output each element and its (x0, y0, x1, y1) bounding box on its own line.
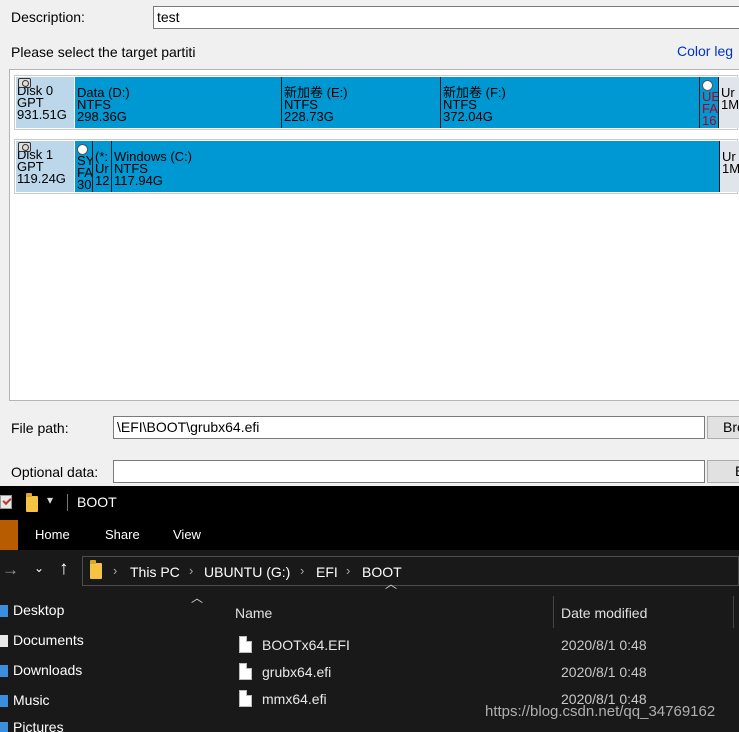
partition-system[interactable]: SY FA 30 (75, 141, 93, 192)
partition-unallocated[interactable]: Ur 1M (720, 141, 739, 192)
partition-size: 228.73G (284, 109, 334, 124)
file-path-label: File path: (11, 420, 69, 436)
partition-size: 298.36G (77, 109, 127, 124)
watermark-text: https://blog.csdn.net/qq_34769162 (485, 703, 716, 720)
nav-label: Pictures (13, 719, 64, 732)
disk-size: 931.51G (17, 107, 67, 122)
ribbon-tabs: Home Share View (0, 520, 739, 550)
partition-data-d[interactable]: Data (D:) NTFS 298.36G (75, 77, 282, 128)
folder-icon (90, 560, 102, 579)
file-date: 2020/8/1 0:48 (561, 637, 647, 653)
disk-partition-panel: Disk 0 GPT 931.51G Data (D:) NTFS 298.36… (9, 69, 739, 401)
pictures-icon (0, 722, 8, 732)
disk-icon (18, 142, 31, 152)
browse-button[interactable]: Bro (707, 416, 739, 439)
partition-size: 12 (95, 173, 110, 188)
file-date: 2020/8/1 0:48 (561, 664, 647, 680)
partition-e[interactable]: 新加卷 (E:) NTFS 228.73G (282, 77, 441, 128)
partition-label: 新加卷 (F:) (443, 85, 506, 100)
file-row[interactable]: BOOTx64.EFI 2020/8/1 0:48 (211, 632, 739, 659)
address-bar[interactable]: › This PC › UBUNTU (G:) › EFI › BOOT (82, 556, 739, 586)
disk-info-0: Disk 0 GPT 931.51G (16, 77, 74, 128)
nav-item-documents[interactable]: Documents (0, 629, 200, 653)
file-name: grubx64.efi (262, 664, 332, 680)
chevron-right-icon[interactable]: › (189, 563, 193, 578)
breadcrumb-ubuntu[interactable]: UBUNTU (G:) (204, 564, 290, 580)
file-path-input[interactable]: \EFI\BOOT\grubx64.efi (113, 416, 705, 439)
color-legend-link[interactable]: Color leg (677, 43, 733, 59)
tab-share[interactable]: Share (105, 527, 140, 542)
partition-size: 16 (702, 113, 717, 128)
disk-size: 119.24G (17, 171, 66, 186)
partition-fs: NTFS (114, 161, 148, 176)
file-explorer-window: ▾ BOOT Home Share View → ⌄ ↑ › This PC ›… (0, 486, 739, 732)
recent-locations-chevron-icon[interactable]: ⌄ (34, 561, 44, 575)
breadcrumb-this-pc[interactable]: This PC (130, 564, 180, 580)
file-name: BOOTx64.EFI (262, 637, 350, 653)
partition-size: 1M (722, 161, 739, 176)
description-input[interactable]: test (153, 6, 739, 29)
nav-label: Downloads (13, 662, 83, 678)
partition-unallocated[interactable]: Ur 1M (719, 77, 739, 128)
nav-item-desktop[interactable]: Desktop (0, 599, 200, 623)
optional-data-input[interactable] (113, 460, 705, 483)
tab-view[interactable]: View (173, 527, 201, 542)
nav-label: Documents (13, 632, 84, 648)
navigation-pane: ︿ Desktop Documents Downloads Music Pict… (0, 591, 211, 732)
partition-size: 30 (77, 177, 92, 192)
nav-item-pictures[interactable]: Pictures (0, 716, 200, 732)
column-divider[interactable] (733, 596, 734, 628)
documents-icon (0, 635, 8, 647)
desktop-icon (0, 605, 8, 617)
window-title: BOOT (77, 494, 117, 510)
disk-info-1: Disk 1 GPT 119.24G (16, 141, 74, 192)
optional-data-label: Optional data: (11, 464, 99, 480)
tab-home[interactable]: Home (35, 527, 70, 542)
chevron-right-icon[interactable]: › (113, 563, 117, 578)
disk-row-1: Disk 1 GPT 119.24G SY FA 30 (*: Ur 12 Wi… (14, 139, 739, 194)
optional-data-button[interactable]: E (707, 460, 739, 483)
breadcrumb-efi[interactable]: EFI (316, 564, 338, 580)
description-label: Description: (11, 9, 85, 25)
disk-icon (18, 78, 31, 88)
partition-msr[interactable]: (*: Ur 12 (93, 141, 112, 192)
nav-item-music[interactable]: Music (0, 689, 200, 713)
select-partition-text: Please select the target partiti (11, 44, 196, 60)
partition-size: 117.94G (114, 173, 163, 188)
folder-icon[interactable] (26, 493, 38, 512)
disk-row-0: Disk 0 GPT 931.51G Data (D:) NTFS 298.36… (14, 75, 739, 130)
file-icon (239, 636, 252, 653)
file-name: mmx64.efi (262, 691, 327, 707)
titlebar-divider (67, 494, 68, 511)
partition-efi[interactable]: UE FA 16 (700, 77, 719, 128)
column-divider[interactable] (553, 596, 554, 628)
boot-entry-dialog: Description: test Please select the targ… (0, 0, 739, 486)
address-row: → ⌄ ↑ › This PC › UBUNTU (G:) › EFI › BO… (0, 550, 739, 590)
nav-label: Music (13, 692, 50, 708)
file-icon (239, 690, 252, 707)
properties-check-icon[interactable] (0, 495, 12, 509)
partition-windows-c[interactable]: Windows (C:) NTFS 117.94G (112, 141, 720, 192)
nav-label: Desktop (13, 602, 65, 618)
title-bar: ▾ BOOT (0, 486, 739, 520)
music-icon (0, 695, 8, 707)
partition-size: 372.04G (443, 109, 493, 124)
qat-dropdown-icon[interactable]: ▾ (47, 493, 53, 507)
chevron-right-icon[interactable]: › (300, 563, 304, 578)
partition-label: Windows (C:) (114, 149, 193, 164)
chevron-right-icon[interactable]: › (346, 563, 350, 578)
forward-arrow-icon[interactable]: → (2, 560, 19, 580)
partition-f[interactable]: 新加卷 (F:) NTFS 372.04G (441, 77, 700, 128)
sort-ascending-icon: ︿ (385, 577, 398, 591)
file-tab[interactable] (0, 520, 18, 550)
column-header-name[interactable]: Name (235, 605, 272, 621)
column-header-date[interactable]: Date modified (561, 605, 647, 621)
file-icon (239, 663, 252, 680)
partition-size: 1M (721, 97, 739, 112)
downloads-icon (0, 665, 8, 677)
nav-item-downloads[interactable]: Downloads (0, 659, 200, 683)
file-row[interactable]: grubx64.efi 2020/8/1 0:48 (211, 659, 739, 686)
up-arrow-icon[interactable]: ↑ (59, 558, 69, 580)
